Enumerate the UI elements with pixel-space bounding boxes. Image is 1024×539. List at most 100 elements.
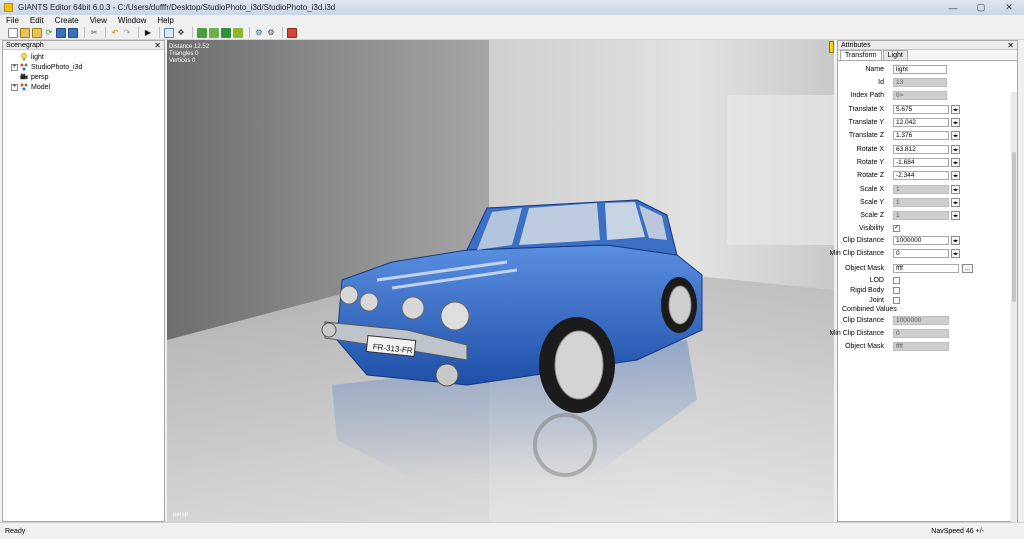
combined-object-mask-label: Object Mask: [845, 343, 884, 350]
close-button[interactable]: ✕: [1000, 2, 1018, 14]
visibility-checkbox[interactable]: ✓: [893, 225, 900, 232]
export-icon[interactable]: [68, 27, 78, 38]
plant-icon[interactable]: [233, 27, 243, 38]
attributes-form: Name light Id 13 Index Path 0> Translate…: [830, 63, 1012, 523]
row-index-path: Index Path 0>: [838, 90, 1012, 101]
scenegraph-close-icon[interactable]: ✕: [154, 41, 161, 50]
play-icon[interactable]: ▶: [143, 28, 153, 38]
status-bar: Ready NavSpeed 46 +/-: [0, 522, 1024, 539]
min-clip-distance-field[interactable]: 0: [893, 249, 949, 258]
select-tool-icon[interactable]: [164, 27, 174, 38]
menu-edit[interactable]: Edit: [30, 16, 44, 25]
toolbar-separator: [84, 27, 85, 38]
menu-file[interactable]: File: [6, 16, 19, 25]
title-bar: GIANTS Editor 64bit 6.0.3 - C:/Users/duf…: [0, 0, 1024, 15]
tree-item-label: Model: [31, 83, 51, 91]
foliage-icon[interactable]: [221, 27, 231, 38]
scale-z-field: 1: [893, 211, 949, 220]
expand-icon[interactable]: +: [11, 63, 18, 71]
scale-z-stepper[interactable]: ◂▸: [951, 211, 960, 220]
rotate-x-field[interactable]: 63.812: [893, 145, 949, 154]
redo-icon[interactable]: ↷: [122, 28, 132, 38]
terrain-icon[interactable]: [197, 27, 207, 38]
combined-values-label: Combined Values: [842, 306, 897, 313]
row-visibility: Visibility ✓: [838, 223, 1012, 234]
camera-name-label: persp: [173, 512, 189, 518]
translate-z-stepper[interactable]: ◂▸: [951, 131, 960, 140]
row-rotate-y: Rotate Y -1.684 ◂▸: [838, 157, 1012, 168]
object-mask-browse-button[interactable]: ...: [962, 264, 973, 273]
undo-icon[interactable]: ↶: [110, 28, 120, 38]
lod-checkbox[interactable]: [893, 277, 900, 284]
settings-icon[interactable]: ⚙: [254, 28, 264, 38]
rotate-z-stepper[interactable]: ◂▸: [951, 171, 960, 180]
menu-view[interactable]: View: [90, 16, 107, 25]
vertices-readout: Vertices 0: [169, 58, 196, 64]
row-min-clip-distance: Min Clip Distance 0 ◂▸: [830, 248, 1012, 259]
rigid-body-checkbox[interactable]: [893, 287, 900, 294]
lightbulb-icon: [20, 53, 28, 61]
attributes-close-icon[interactable]: ✕: [1007, 41, 1014, 50]
row-object-mask: Object Mask ffff ...: [838, 263, 1012, 274]
name-field[interactable]: light: [893, 65, 947, 74]
rotate-y-stepper[interactable]: ◂▸: [951, 158, 960, 167]
record-icon[interactable]: [287, 27, 297, 38]
rotate-x-label: Rotate X: [856, 146, 884, 153]
scale-y-stepper[interactable]: ◂▸: [951, 198, 960, 207]
open-folder-icon[interactable]: [20, 27, 30, 38]
translate-y-field[interactable]: 12.042: [893, 118, 949, 127]
attributes-title: Attributes: [841, 41, 871, 49]
tree-item-model[interactable]: + Model: [11, 82, 164, 92]
cut-icon[interactable]: ✂: [89, 28, 99, 38]
menu-help[interactable]: Help: [157, 16, 173, 25]
clip-distance-field[interactable]: 1000000: [893, 236, 949, 245]
menu-create[interactable]: Create: [55, 16, 79, 25]
paint-icon[interactable]: [209, 27, 219, 38]
expand-icon[interactable]: +: [11, 83, 18, 91]
move-tool-icon[interactable]: ✥: [176, 28, 186, 38]
lod-label: LOD: [869, 277, 884, 284]
camera-icon: [20, 73, 28, 81]
tree-item-studiophoto[interactable]: + StudioPhoto_i3d: [11, 62, 164, 72]
toolbar-separator: [192, 27, 193, 38]
rotate-z-field[interactable]: -2.344: [893, 171, 949, 180]
new-file-icon[interactable]: [8, 27, 18, 38]
scrollbar-thumb[interactable]: [1012, 152, 1016, 302]
scale-x-field: 1: [893, 185, 949, 194]
translate-x-stepper[interactable]: ◂▸: [951, 105, 960, 114]
refresh-icon[interactable]: ⟳: [44, 28, 54, 38]
tree-item-light[interactable]: light: [11, 52, 164, 62]
app-icon: [4, 3, 13, 12]
attributes-header: Attributes ✕: [838, 41, 1017, 50]
joint-checkbox[interactable]: [893, 297, 900, 304]
toolbar-separator: [105, 27, 106, 38]
min-clip-distance-stepper[interactable]: ◂▸: [951, 249, 960, 258]
row-scale-z: Scale Z 1 ◂▸: [838, 210, 1012, 221]
menu-window[interactable]: Window: [118, 16, 146, 25]
distance-readout: Distance 12.52: [169, 44, 210, 50]
translate-y-stepper[interactable]: ◂▸: [951, 118, 960, 127]
row-scale-x: Scale X 1 ◂▸: [838, 184, 1012, 195]
import-icon[interactable]: [32, 27, 42, 38]
attributes-scrollbar[interactable]: [1011, 92, 1017, 522]
translate-z-field[interactable]: 1.376: [893, 131, 949, 140]
scale-x-stepper[interactable]: ◂▸: [951, 185, 960, 194]
tab-transform[interactable]: Transform: [840, 50, 882, 60]
translate-x-field[interactable]: 5.675: [893, 105, 949, 114]
tab-light[interactable]: Light: [882, 50, 908, 60]
tree-item-label: StudioPhoto_i3d: [31, 63, 83, 71]
clip-distance-stepper[interactable]: ◂▸: [951, 236, 960, 245]
status-text: Ready: [5, 527, 26, 535]
tree-item-persp[interactable]: persp: [11, 72, 164, 82]
rotate-x-stepper[interactable]: ◂▸: [951, 145, 960, 154]
save-icon[interactable]: [56, 27, 66, 38]
rotate-y-field[interactable]: -1.684: [893, 158, 949, 167]
minimize-button[interactable]: —: [944, 2, 962, 14]
3d-viewport[interactable]: FR-313-FR Distance 12.52 Triangles 0 Ver…: [167, 40, 834, 522]
toolbar-separator: [249, 27, 250, 38]
maximize-button[interactable]: ▢: [972, 2, 990, 14]
transform-group-icon: [20, 83, 28, 91]
object-mask-field[interactable]: ffff: [893, 264, 959, 273]
gear-icon[interactable]: ⚙: [266, 28, 276, 38]
scenegraph-panel: Scenegraph ✕ light + StudioPhoto_i3d per…: [2, 40, 165, 522]
